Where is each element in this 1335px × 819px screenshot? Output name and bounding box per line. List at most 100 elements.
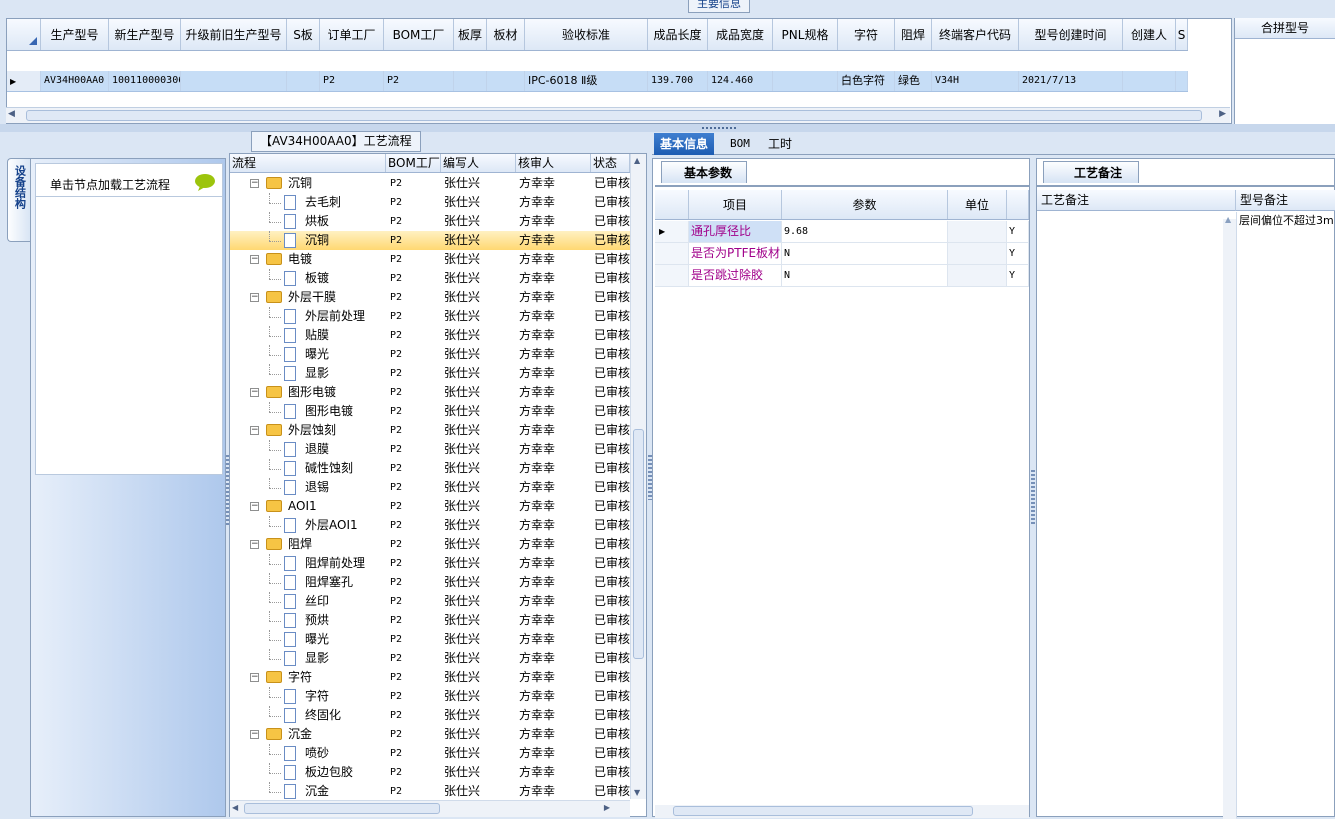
param-value[interactable]: N (782, 265, 948, 286)
collapse-icon[interactable]: − (250, 502, 259, 511)
tree-node-group[interactable]: − 字符 P2 张仕兴 方幸幸 已审核 (230, 668, 630, 687)
table-cell[interactable] (454, 71, 487, 91)
vertical-scrollbar[interactable]: ▲ ▼ (630, 154, 646, 799)
tree-node-step[interactable]: 丝印 P2 张仕兴 方幸幸 已审核 (230, 592, 630, 611)
horizontal-scrollbar[interactable]: ◀ ▶ (230, 800, 630, 817)
col-header[interactable]: 板材 (487, 19, 525, 50)
tab-work-hours[interactable]: 工时 (762, 133, 798, 155)
col-header[interactable]: 升级前旧生产型号 (181, 19, 287, 50)
tree-node-step[interactable]: 外层前处理 P2 张仕兴 方幸幸 已审核 (230, 307, 630, 326)
splitter-grip[interactable] (1031, 470, 1035, 525)
tree-node-step[interactable]: 碱性蚀刻 P2 张仕兴 方幸幸 已审核 (230, 459, 630, 478)
scroll-thumb[interactable] (673, 806, 973, 816)
tree-node-step[interactable]: 沉铜 P2 张仕兴 方幸幸 已审核 (230, 231, 630, 250)
tree-node-step[interactable]: 终固化 P2 张仕兴 方幸幸 已审核 (230, 706, 630, 725)
collapse-icon[interactable]: − (250, 673, 259, 682)
param-flag[interactable]: Y (1007, 243, 1029, 264)
tree-node-step[interactable]: 曝光 P2 张仕兴 方幸幸 已审核 (230, 630, 630, 649)
col-status[interactable]: 状态 (591, 154, 630, 172)
table-cell[interactable] (487, 71, 525, 91)
collapse-icon[interactable]: − (250, 293, 259, 302)
table-row[interactable]: 是否为PTFE板材 N Y (655, 243, 1029, 265)
scroll-right-icon[interactable]: ▶ (1219, 109, 1226, 119)
col-flag[interactable] (1007, 190, 1029, 219)
tree-node-step[interactable]: 板边包胶 P2 张仕兴 方幸幸 已审核 (230, 763, 630, 782)
tree-node-step[interactable]: 外层AOI1 P2 张仕兴 方幸幸 已审核 (230, 516, 630, 535)
param-item[interactable]: 通孔厚径比 (689, 221, 782, 242)
param-flag[interactable]: Y (1007, 221, 1029, 242)
params-grid[interactable]: 项目 参数 单位 ▶ 通孔厚径比 9.68 Y 是否为PTFE板材 N Y 是否跳过除胶 N Y (655, 185, 1029, 818)
col-header[interactable]: 阻焊 (895, 19, 932, 50)
param-item[interactable]: 是否为PTFE板材 (689, 243, 782, 264)
horizontal-scrollbar[interactable]: ◀ ▶ (6, 107, 1230, 123)
col-header[interactable]: 终端客户代码 (932, 19, 1019, 50)
table-cell[interactable]: 2021/7/13 (1019, 71, 1123, 91)
collapse-icon[interactable]: − (250, 540, 259, 549)
table-cell[interactable]: 绿色 (895, 71, 932, 91)
tree-node-group[interactable]: − 电镀 P2 张仕兴 方幸幸 已审核 (230, 250, 630, 269)
tree-node-group[interactable]: − AOI1 P2 张仕兴 方幸幸 已审核 (230, 497, 630, 516)
tab-bom[interactable]: BOM (724, 133, 756, 155)
table-cell[interactable]: P2 (320, 71, 384, 91)
col-header[interactable]: 板厚 (454, 19, 487, 50)
tree-node-step[interactable]: 贴膜 P2 张仕兴 方幸幸 已审核 (230, 326, 630, 345)
scroll-right-icon[interactable]: ▶ (604, 803, 610, 812)
tree-node-group[interactable]: − 沉铜 P2 张仕兴 方幸幸 已审核 (230, 174, 630, 193)
table-row[interactable]: ▶ 通孔厚径比 9.68 Y (655, 221, 1029, 243)
col-header[interactable]: 成品长度 (648, 19, 708, 50)
col-header[interactable]: BOM工厂 (384, 19, 454, 50)
col-header[interactable]: 型号创建时间 (1019, 19, 1123, 50)
table-cell[interactable]: V34H (932, 71, 1019, 91)
process-note-text[interactable] (1037, 212, 1223, 818)
tree-node-step[interactable]: 烘板 P2 张仕兴 方幸幸 已审核 (230, 212, 630, 231)
vertical-scrollbar[interactable]: ▲ (1223, 215, 1236, 819)
col-value[interactable]: 参数 (782, 190, 948, 219)
tree-node-step[interactable]: 沉金 P2 张仕兴 方幸幸 已审核 (230, 782, 630, 801)
process-tree[interactable]: 流程 BOM工厂 编写人 核审人 状态 − 沉铜 P2 张仕兴 方幸幸 已审核 去毛刺 P2 张… (229, 153, 647, 817)
col-process-note[interactable]: 工艺备注 (1037, 190, 1236, 211)
col-writer[interactable]: 编写人 (441, 154, 516, 172)
col-reviewer[interactable]: 核审人 (516, 154, 591, 172)
side-tab-equipment[interactable]: 设备结构 (7, 158, 31, 242)
scroll-up-icon[interactable]: ▲ (634, 156, 640, 165)
model-note-text[interactable]: 层间偏位不超过3m (1236, 212, 1335, 818)
table-cell[interactable] (1123, 71, 1176, 91)
col-header[interactable]: 新生产型号 (109, 19, 181, 50)
col-header[interactable]: 字符 (838, 19, 895, 50)
param-item[interactable]: 是否跳过除胶 (689, 265, 782, 286)
table-cell[interactable] (287, 71, 320, 91)
tree-node-group[interactable]: − 阻焊 P2 张仕兴 方幸幸 已审核 (230, 535, 630, 554)
col-header[interactable]: 验收标准 (525, 19, 648, 50)
param-value[interactable]: N (782, 243, 948, 264)
col-header[interactable]: S板 (287, 19, 320, 50)
col-item[interactable]: 项目 (689, 190, 782, 219)
table-cell[interactable] (1176, 71, 1188, 91)
scroll-up-icon[interactable]: ▲ (1225, 215, 1231, 224)
tree-node-group[interactable]: − 图形电镀 P2 张仕兴 方幸幸 已审核 (230, 383, 630, 402)
col-header[interactable]: 生产型号 (41, 19, 109, 50)
table-cell[interactable]: 139.700 (648, 71, 708, 91)
tab-basic-params[interactable]: 基本参数 (661, 161, 748, 183)
tab-basic-info[interactable]: 基本信息 (654, 133, 715, 155)
scroll-left-icon[interactable]: ◀ (8, 109, 15, 119)
table-row[interactable]: 是否跳过除胶 N Y (655, 265, 1029, 287)
collapse-icon[interactable]: − (250, 255, 259, 264)
col-header[interactable]: PNL规格 (773, 19, 838, 50)
table-row[interactable]: ▶AV34H00AA010011000030603 P2P2 IPC-6018 Ⅱ级… (7, 71, 1188, 92)
col-bom-factory[interactable]: BOM工厂 (386, 154, 441, 172)
col-model-note[interactable]: 型号备注 (1236, 190, 1335, 211)
table-cell[interactable]: AV34H00AA0 (41, 71, 109, 91)
param-flag[interactable]: Y (1007, 265, 1029, 286)
col-header[interactable]: 订单工厂 (320, 19, 384, 50)
table-cell[interactable]: 10011000030603 (109, 71, 181, 91)
horizontal-splitter[interactable] (0, 124, 1335, 132)
col-flow[interactable]: 流程 (230, 154, 386, 172)
tree-node-step[interactable]: 去毛刺 P2 张仕兴 方幸幸 已审核 (230, 193, 630, 212)
tree-node-step[interactable]: 喷砂 P2 张仕兴 方幸幸 已审核 (230, 744, 630, 763)
tree-node-step[interactable]: 预烘 P2 张仕兴 方幸幸 已审核 (230, 611, 630, 630)
scroll-thumb[interactable] (244, 803, 440, 814)
tree-node-group[interactable]: − 外层蚀刻 P2 张仕兴 方幸幸 已审核 (230, 421, 630, 440)
tree-node-step[interactable]: 显影 P2 张仕兴 方幸幸 已审核 (230, 364, 630, 383)
collapse-icon[interactable]: − (250, 388, 259, 397)
col-header[interactable]: 创建人 (1123, 19, 1176, 50)
